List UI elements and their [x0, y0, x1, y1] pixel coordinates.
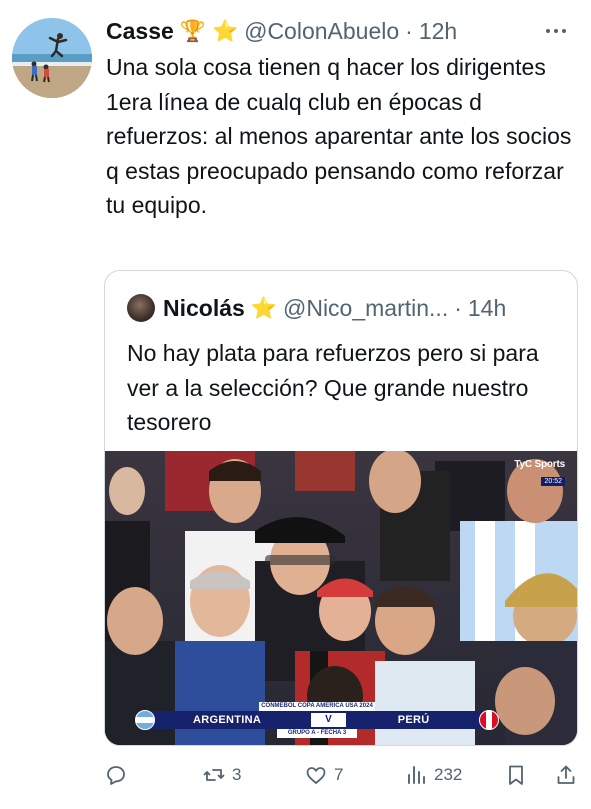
- versus-label: V: [311, 713, 346, 727]
- like-count: 7: [334, 765, 344, 784]
- views-chart-icon: [408, 766, 425, 784]
- stage-label: GRUPO A - FECHA 3: [277, 729, 357, 738]
- more-button[interactable]: [541, 16, 571, 46]
- author-handle[interactable]: @ColonAbuelo: [244, 18, 399, 45]
- competition-label: CONMEBOL COPA AMERICA USA 2024: [259, 702, 375, 711]
- more-dots-icon: [546, 29, 566, 33]
- quoted-timestamp: 14h: [467, 294, 507, 321]
- share-button[interactable]: [554, 758, 578, 792]
- tweet-header: Casse 🏆 ⭐ @ColonAbuelo · 12h: [106, 16, 571, 46]
- quoted-tweet-header: Nicolás ⭐ @Nico_martin... · 14h: [127, 293, 561, 323]
- views-count: 232: [434, 765, 463, 784]
- tweet[interactable]: Casse 🏆 ⭐ @ColonAbuelo · 12h Una sola co…: [0, 0, 591, 809]
- match-clock: 20:52: [541, 477, 565, 486]
- like-button[interactable]: 7: [304, 758, 343, 792]
- tweet-timestamp[interactable]: 12h: [419, 18, 457, 45]
- views-button[interactable]: 232: [404, 758, 462, 792]
- share-icon: [557, 765, 575, 784]
- tweet-text: Una sola cosa tienen q hacer los dirigen…: [106, 54, 572, 218]
- trophy-badge-icon: 🏆: [179, 19, 206, 43]
- avatar-photo: [12, 18, 92, 98]
- bookmark-button[interactable]: [504, 758, 528, 792]
- separator-dot: ·: [454, 294, 462, 321]
- team-away: PERÚ: [397, 714, 430, 726]
- quoted-author-name: Nicolás: [163, 294, 245, 321]
- scoreboard-overlay: CONMEBOL COPA AMERICA USA 2024 ARGENTINA…: [135, 702, 499, 740]
- retweet-button[interactable]: 3: [202, 758, 241, 792]
- bookmark-icon: [509, 765, 523, 785]
- peru-flag-icon: [479, 710, 499, 730]
- quoted-avatar: [127, 294, 155, 322]
- argentina-flag-icon: [135, 710, 155, 730]
- quoted-tweet[interactable]: Nicolás ⭐ @Nico_martin... · 14h No hay p…: [104, 270, 578, 746]
- scoreboard-main: ARGENTINA V PERÚ: [135, 710, 499, 730]
- separator-dot: ·: [405, 17, 413, 44]
- action-bar: 3 7 232: [104, 758, 578, 792]
- reply-icon: [107, 766, 125, 785]
- retweet-icon: [203, 769, 225, 781]
- author-name[interactable]: Casse: [106, 18, 174, 45]
- team-home: ARGENTINA: [193, 714, 262, 726]
- quoted-author-handle: @Nico_martin...: [282, 294, 449, 321]
- quoted-tweet-text: No hay plata para refuerzos pero si para…: [127, 340, 539, 435]
- heart-icon: [306, 767, 326, 784]
- retweet-count: 3: [232, 765, 242, 784]
- quoted-media-image[interactable]: TyC Sports 20:52 CONMEBOL COPA AMERICA U…: [105, 451, 577, 745]
- avatar[interactable]: [12, 18, 92, 98]
- star-badge-icon: ⭐: [250, 296, 277, 320]
- reply-button[interactable]: [104, 758, 128, 792]
- broadcaster-logo: TyC Sports 20:52: [514, 459, 565, 488]
- broadcaster-name: TyC Sports: [514, 459, 565, 470]
- star-badge-icon: ⭐: [211, 19, 239, 43]
